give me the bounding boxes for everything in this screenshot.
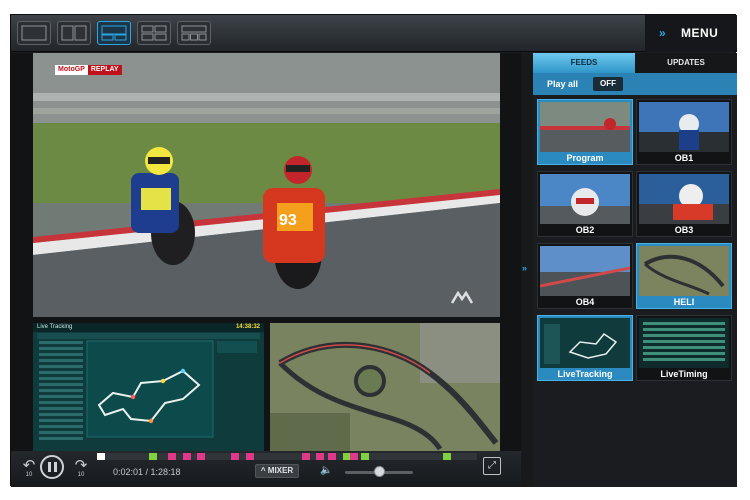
feed-ob3[interactable]: OB3 (636, 171, 732, 237)
timeline-marker[interactable] (361, 453, 369, 460)
feed-heli[interactable]: HELI (636, 243, 732, 309)
timeline-marker[interactable] (350, 453, 358, 460)
timeline-marker[interactable] (197, 453, 205, 460)
layout-quad-button[interactable] (137, 21, 171, 45)
playback-time: 0:02:01 / 1:28:18 (113, 467, 181, 477)
feed-thumbnail (540, 318, 630, 368)
volume-knob[interactable] (374, 466, 385, 477)
timeline-marker[interactable] (328, 453, 336, 460)
feed-label: LiveTracking (557, 369, 613, 379)
top-toolbar: » MENU (11, 15, 737, 52)
timeline-scrubber[interactable] (97, 453, 477, 460)
feed-program[interactable]: Program (537, 99, 633, 165)
menu-label: MENU (681, 26, 719, 40)
feed-livetiming[interactable]: LiveTiming (636, 315, 732, 381)
play-all-label: Play all (547, 79, 579, 89)
layout-split-button[interactable] (57, 21, 91, 45)
feed-ob2[interactable]: OB2 (537, 171, 633, 237)
double-chevron-right-icon: » (522, 263, 527, 273)
broadcast-logo: MotoGP REPLAY (55, 65, 122, 75)
chevron-up-icon: ^ (260, 466, 268, 475)
sidebar-tabs: FEEDS UPDATES (533, 53, 737, 73)
feed-thumbnail (639, 174, 729, 224)
replay-badge: REPLAY (87, 65, 122, 75)
timeline-marker[interactable] (246, 453, 254, 460)
feed-thumbnail (639, 246, 729, 296)
feed-label: OB4 (575, 297, 595, 307)
control-bar: ↶ 10 ↷ 10 0:02:01 / 1:28:18 ^ MIXER 🔈 ⤢ (11, 451, 531, 487)
main-video[interactable]: 93 MotoGP REPLAY (33, 53, 500, 317)
feed-thumbnail (639, 102, 729, 152)
layout-main-sub-icon (101, 25, 127, 41)
volume-icon[interactable]: 🔈 (320, 465, 332, 476)
motogp-watermark-icon (450, 291, 474, 304)
mixer-label: MIXER (267, 466, 294, 475)
timeline-marker[interactable] (443, 453, 451, 460)
play-all-row: Play all OFF (533, 73, 737, 95)
feed-label: OB3 (674, 225, 694, 235)
double-chevron-right-icon: » (659, 26, 666, 40)
feed-ob1[interactable]: OB1 (636, 99, 732, 165)
tab-updates[interactable]: UPDATES (635, 53, 737, 73)
mixer-button[interactable]: ^ MIXER (255, 464, 299, 478)
feed-label: OB2 (575, 225, 595, 235)
svg-text:93: 93 (279, 212, 297, 229)
layout-single-button[interactable] (17, 21, 51, 45)
tab-feeds[interactable]: FEEDS (533, 53, 635, 73)
forward-seconds: 10 (77, 472, 85, 478)
heli-view[interactable] (270, 323, 500, 451)
timeline-marker[interactable] (97, 453, 105, 460)
aerial-circuit-image (270, 323, 500, 451)
layout-multi-icon (181, 25, 207, 41)
play-all-toggle[interactable]: OFF (593, 77, 623, 91)
feed-livetracking[interactable]: LiveTracking (537, 315, 633, 381)
rewind-seconds: 10 (25, 472, 33, 478)
layout-quad-icon (141, 25, 167, 41)
track-map-image (39, 340, 257, 440)
timeline-marker[interactable] (168, 453, 176, 460)
fullscreen-button[interactable]: ⤢ (483, 457, 501, 475)
feed-thumbnail (639, 318, 729, 368)
timeline-marker[interactable] (183, 453, 191, 460)
timeline-marker[interactable] (231, 453, 239, 460)
feed-label: LiveTiming (660, 369, 708, 379)
timeline-marker[interactable] (316, 453, 324, 460)
layout-multi-button[interactable] (177, 21, 211, 45)
live-tracking-view[interactable]: Live Tracking 14:38:32 (33, 323, 264, 451)
panel-divider[interactable]: » (521, 53, 533, 487)
feed-ob4[interactable]: OB4 (537, 243, 633, 309)
timeline-marker[interactable] (149, 453, 157, 460)
rewind-button[interactable]: ↶ 10 (17, 456, 41, 482)
feed-thumbnail (540, 174, 630, 224)
feed-label: Program (566, 153, 604, 163)
brand-logo-text: MotoGP (55, 65, 88, 75)
feed-label: OB1 (674, 153, 694, 163)
layout-single-icon (21, 25, 47, 41)
menu-button[interactable]: » MENU (645, 15, 737, 52)
forward-button[interactable]: ↷ 10 (69, 456, 93, 482)
player-area: 93 MotoGP REPLAY Live Tracking 14:38:32 (11, 53, 531, 487)
timeline-marker[interactable] (302, 453, 310, 460)
feeds-sidebar: FEEDS UPDATES Play all OFF Program OB1 O… (533, 53, 737, 487)
layout-main-sub-button[interactable] (97, 21, 131, 45)
fullscreen-icon: ⤢ (488, 460, 496, 471)
race-scene-image: 93 (33, 53, 500, 317)
feed-thumbnail (540, 246, 630, 296)
feed-thumbnail (540, 102, 630, 152)
pause-button[interactable] (40, 455, 64, 479)
layout-split-icon (61, 25, 87, 41)
video-player-app: » MENU 93 MotoGP REPLAY Live Tracking 14… (10, 14, 737, 487)
feed-label: HELI (673, 297, 695, 307)
